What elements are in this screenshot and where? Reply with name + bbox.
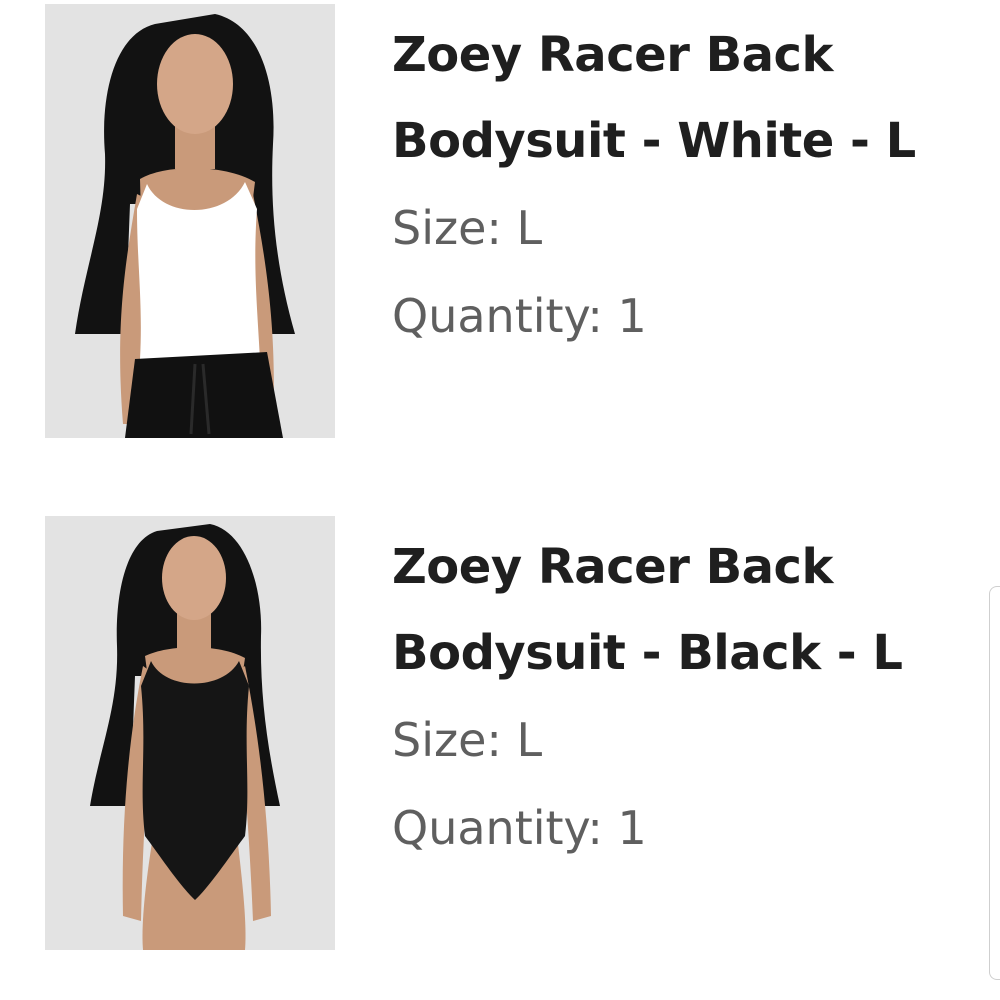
product-details: Zoey Racer Back Bodysuit - White - L Siz…: [392, 12, 982, 360]
product-size: Size: L: [392, 201, 543, 255]
order-items-list: Zoey Racer Back Bodysuit - White - L Siz…: [0, 0, 1000, 1000]
product-size: Size: L: [392, 713, 543, 767]
product-title[interactable]: Zoey Racer Back Bodysuit - Black - L: [392, 524, 982, 696]
product-title[interactable]: Zoey Racer Back Bodysuit - White - L: [392, 12, 982, 184]
product-photo-white-bodysuit: [45, 4, 335, 438]
product-thumbnail[interactable]: [45, 516, 335, 950]
product-title-line1: Zoey Racer Back: [392, 539, 833, 595]
floating-panel-edge[interactable]: [989, 586, 1000, 980]
product-thumbnail[interactable]: [45, 4, 335, 438]
order-item[interactable]: Zoey Racer Back Bodysuit - Black - L Siz…: [0, 516, 1000, 952]
product-details: Zoey Racer Back Bodysuit - Black - L Siz…: [392, 524, 982, 872]
product-quantity: Quantity: 1: [392, 289, 647, 343]
product-photo-black-bodysuit: [45, 516, 335, 950]
product-title-line1: Zoey Racer Back: [392, 27, 833, 83]
order-item[interactable]: Zoey Racer Back Bodysuit - White - L Siz…: [0, 4, 1000, 440]
product-title-line2: Bodysuit - White - L: [392, 113, 916, 169]
product-quantity: Quantity: 1: [392, 801, 647, 855]
product-title-line2: Bodysuit - Black - L: [392, 625, 903, 681]
